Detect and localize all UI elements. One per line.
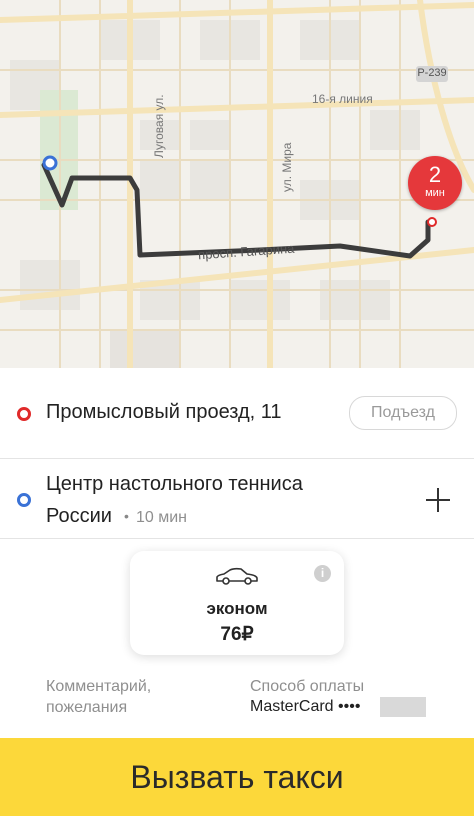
order-sheet: Промысловый проезд, 11 Подъезд Центр нас… (0, 368, 474, 816)
eta-bubble: 2 мин (408, 156, 462, 210)
destination-dot-icon (17, 493, 31, 507)
divider (0, 538, 474, 539)
eta-value: 2 (428, 162, 442, 187)
eta-unit: мин (425, 187, 445, 199)
destination-address-line2[interactable]: России (46, 500, 112, 532)
separator-dot: • (124, 508, 129, 524)
info-icon[interactable]: i (314, 565, 331, 582)
street-label-mira: ул. Мира (280, 142, 294, 192)
pickup-address[interactable]: Промысловый проезд, 11 (46, 396, 282, 428)
pickup-row[interactable]: Промысловый проезд, 11 Подъезд (0, 368, 474, 458)
street-label-lugovaya: Луговая ул. (152, 94, 166, 158)
plus-icon[interactable] (426, 488, 450, 512)
car-icon (216, 567, 258, 585)
street-label-16-line: 16-я линия (312, 92, 373, 106)
entrance-button[interactable]: Подъезд (349, 396, 457, 430)
comment-label-line2[interactable]: пожелания (46, 697, 127, 718)
payment-label[interactable]: Способ оплаты (250, 676, 364, 697)
comment-label-line1[interactable]: Комментарий, (46, 676, 151, 697)
highway-badge: Р-239 (417, 67, 447, 79)
tariff-card-econom[interactable]: i эконом 76₽ (130, 551, 344, 655)
destination-row[interactable]: Центр настольного тенниса России • 10 ми… (0, 458, 474, 538)
card-number-mask (380, 697, 426, 717)
pickup-dot-icon (17, 407, 31, 421)
tariff-price: 76₽ (220, 624, 254, 645)
destination-address-line1[interactable]: Центр настольного тенниса (46, 468, 303, 500)
call-taxi-button[interactable]: Вызвать такси (0, 738, 474, 816)
map-view[interactable]: Р-239 16-я линия Луговая ул. ул. Мира пр… (0, 0, 474, 368)
trip-duration: 10 мин (136, 509, 188, 526)
tariff-name: эконом (206, 599, 268, 618)
payment-value[interactable]: MasterCard •••• (250, 696, 360, 717)
